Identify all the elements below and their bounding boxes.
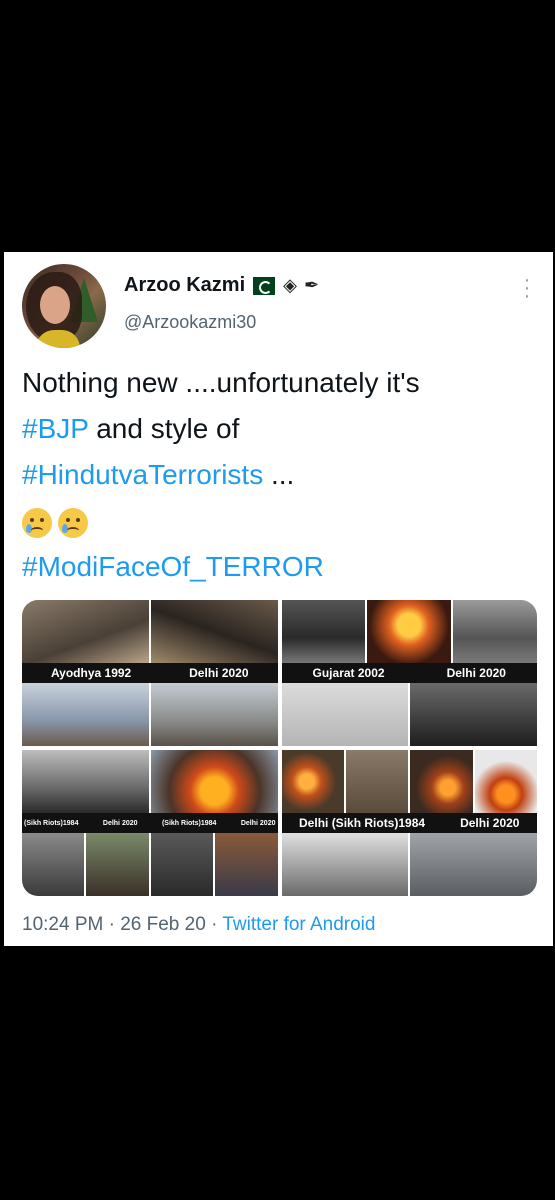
pakistan-flag-icon <box>253 276 276 295</box>
tweet-footer: 10:24 PM · 26 Feb 20 · Twitter for Andro… <box>22 914 375 936</box>
emoji-row <box>22 498 542 544</box>
media-3-caption: (Sikh Riots)1984 Delhi 2020 (Sikh Riots)… <box>22 813 278 833</box>
tweet-line-3-text: ... <box>263 459 295 490</box>
more-options-icon[interactable]: · · · <box>523 270 531 306</box>
crying-face-icon <box>58 507 88 538</box>
media-1-caption: Ayodhya 1992 Delhi 2020 <box>22 663 278 683</box>
media-3-bottom-photos <box>22 833 278 896</box>
media-image-2[interactable]: Gujarat 2002 Delhi 2020 <box>281 600 538 746</box>
media-1-bottom-photos <box>22 683 278 746</box>
caption-delhi-2020: Delhi 2020 <box>460 816 520 830</box>
author-handle[interactable]: @Arzookazmi30 <box>124 312 256 333</box>
footer-separator: · <box>103 914 121 935</box>
tweet-card: Arzoo Kazmi ◈ ✒ @Arzookazmi30 · · · Nothin… <box>4 252 553 946</box>
author-name[interactable]: Arzoo Kazmi <box>124 274 245 297</box>
media-2-caption: Gujarat 2002 Delhi 2020 <box>281 663 537 683</box>
tweet-line-2: #BJP and style of <box>22 406 542 452</box>
tweet-line-3: #HindutvaTerrorists ... <box>22 452 542 498</box>
avatar[interactable] <box>22 264 106 348</box>
media-2-bottom-photos <box>281 683 537 746</box>
caption-ayodhya-1992: Ayodhya 1992 <box>50 666 132 680</box>
tweet-line-2-text: and style of <box>88 413 240 444</box>
caption-delhi-2020: Delhi 2020 <box>446 666 506 680</box>
caption-delhi-sikh-riots-1984: Delhi (Sikh Riots)1984 <box>299 816 426 830</box>
caption-gujarat-2002: Gujarat 2002 <box>312 666 385 680</box>
tweet-line-5: #ModiFaceOf_TERROR <box>22 544 542 590</box>
caption-delhi-2020: Delhi 2020 <box>240 819 276 827</box>
media-3-top-photos <box>22 750 278 813</box>
hashtag-bjp[interactable]: #BJP <box>22 413 88 444</box>
media-2-top-photos <box>281 600 538 663</box>
media-4-bottom-photos <box>281 833 537 896</box>
hashtag-modi-face-of-terror[interactable]: #ModiFaceOf_TERROR <box>22 551 324 582</box>
caption-sikh-riots-1984: (Sikh Riots)1984 <box>24 819 79 827</box>
media-image-3[interactable]: (Sikh Riots)1984 Delhi 2020 (Sikh Riots)… <box>22 750 278 896</box>
author-name-row: Arzoo Kazmi ◈ ✒ <box>124 274 320 297</box>
tweet-line-1: Nothing new ....unfortunately it's <box>22 367 420 398</box>
crying-face-icon <box>22 507 52 538</box>
avatar-face <box>40 286 70 324</box>
footer-separator: · <box>205 914 223 935</box>
author-badges: ◈ ✒ <box>283 275 321 295</box>
tweet-text: Nothing new ....unfortunately it's #BJP … <box>22 360 542 590</box>
caption-sikh-riots-1984: (Sikh Riots)1984 <box>161 819 217 827</box>
caption-delhi-2020: Delhi 2020 <box>189 666 249 680</box>
media-4-caption: Delhi (Sikh Riots)1984 Delhi 2020 <box>281 813 537 833</box>
media-1-top-photos <box>22 600 278 663</box>
tweet-time[interactable]: 10:24 PM <box>22 914 103 935</box>
tweet-source-link[interactable]: Twitter for Android <box>222 914 375 935</box>
hashtag-hindutva-terrorists[interactable]: #HindutvaTerrorists <box>22 459 263 490</box>
caption-delhi-2020: Delhi 2020 <box>102 819 138 827</box>
media-image-4[interactable]: Delhi (Sikh Riots)1984 Delhi 2020 <box>281 750 537 896</box>
tweet-date[interactable]: 26 Feb 20 <box>120 914 206 935</box>
tweet-media-grid[interactable]: Ayodhya 1992 Delhi 2020 Gujarat 2002 Del… <box>22 600 537 896</box>
media-image-1[interactable]: Ayodhya 1992 Delhi 2020 <box>22 600 278 746</box>
media-4-top-photos <box>281 750 537 813</box>
